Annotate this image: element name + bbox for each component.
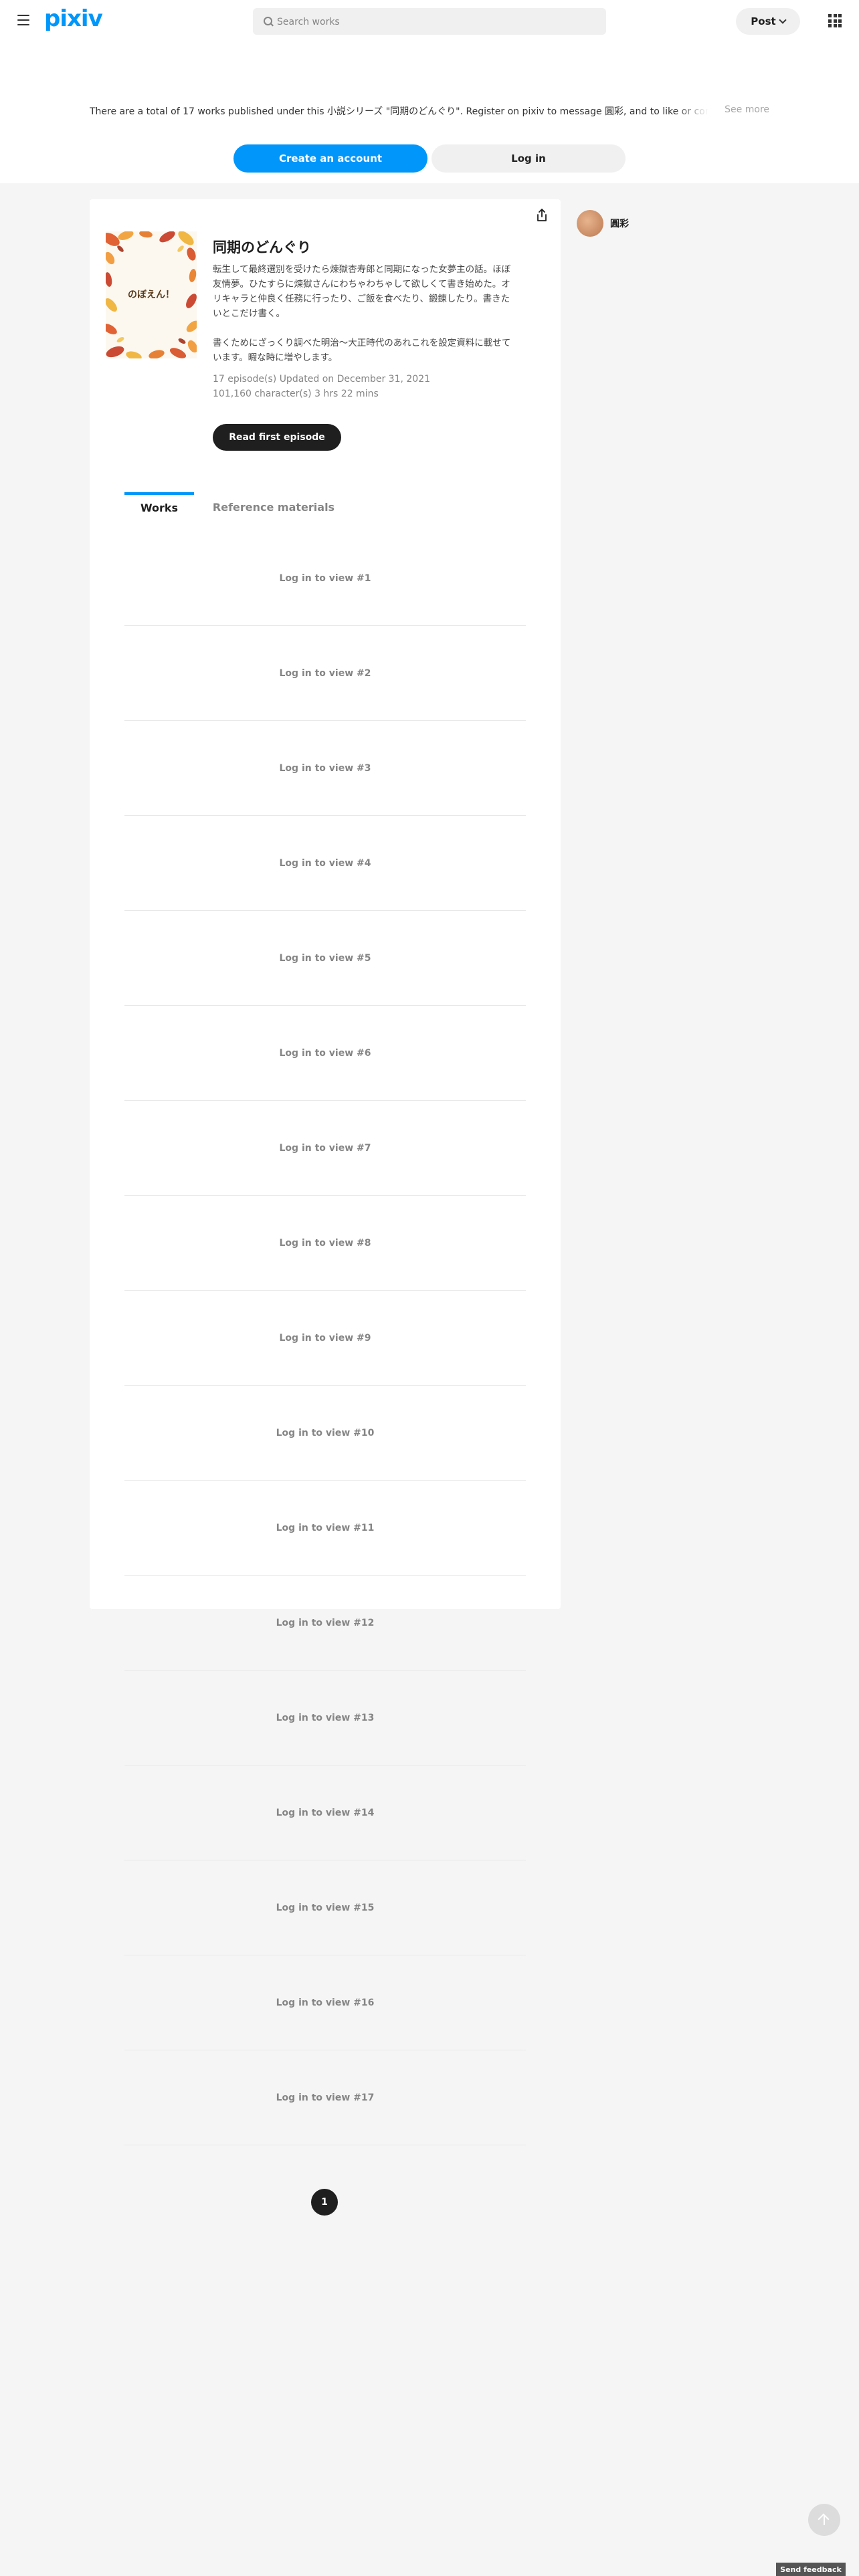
login-to-view-link[interactable]: Log in to view #5 bbox=[280, 953, 371, 964]
login-to-view-link[interactable]: Log in to view #1 bbox=[280, 573, 371, 584]
series-title: 同期のどんぐり bbox=[213, 239, 311, 255]
login-to-view-link[interactable]: Log in to view #13 bbox=[276, 1713, 375, 1723]
list-item: Log in to view #3 bbox=[124, 721, 526, 816]
login-to-view-link[interactable]: Log in to view #9 bbox=[280, 1333, 371, 1344]
login-to-view-link[interactable]: Log in to view #10 bbox=[276, 1428, 375, 1438]
post-button[interactable]: Post bbox=[736, 8, 800, 35]
list-item: Log in to view #13 bbox=[124, 1671, 526, 1765]
list-item: Log in to view #2 bbox=[124, 626, 526, 721]
login-to-view-link[interactable]: Log in to view #7 bbox=[280, 1143, 371, 1154]
list-item: Log in to view #9 bbox=[124, 1291, 526, 1386]
tab-reference-materials[interactable]: Reference materials bbox=[210, 494, 337, 520]
list-item: Log in to view #14 bbox=[124, 1765, 526, 1860]
list-item: Log in to view #11 bbox=[124, 1481, 526, 1576]
send-feedback-button[interactable]: Send feedback bbox=[776, 2563, 846, 2576]
search-icon bbox=[264, 17, 272, 25]
login-to-view-link[interactable]: Log in to view #17 bbox=[276, 2092, 375, 2103]
login-to-view-link[interactable]: Log in to view #12 bbox=[276, 1618, 375, 1628]
search-input[interactable] bbox=[276, 8, 599, 36]
chevron-down-icon bbox=[779, 16, 787, 24]
login-to-view-link[interactable]: Log in to view #2 bbox=[280, 668, 371, 679]
login-to-view-link[interactable]: Log in to view #3 bbox=[280, 763, 371, 774]
reading-time: 3 hrs 22 mins bbox=[314, 389, 379, 399]
cover-text: のぼえん！ bbox=[128, 290, 175, 300]
description-paragraph: 転生して最終選別を受けたら煉獄杏寿郎と同期になった女夢主の話。ほぼ友情夢。ひたす… bbox=[213, 264, 511, 319]
login-to-view-link[interactable]: Log in to view #14 bbox=[276, 1808, 375, 1818]
login-button[interactable]: Log in bbox=[432, 144, 626, 173]
apps-grid-icon[interactable] bbox=[828, 14, 842, 27]
tab-works[interactable]: Works bbox=[124, 492, 194, 520]
list-item: Log in to view #16 bbox=[124, 1955, 526, 2050]
post-button-label: Post bbox=[751, 15, 776, 27]
updated-date: Updated on December 31, 2021 bbox=[279, 374, 431, 385]
pixiv-logo[interactable]: pixiv bbox=[44, 5, 103, 32]
character-count: 101,160 character(s) bbox=[213, 389, 312, 399]
list-item: Log in to view #5 bbox=[124, 911, 526, 1006]
list-item: Log in to view #4 bbox=[124, 816, 526, 911]
series-description: 転生して最終選別を受けたら煉獄杏寿郎と同期になった女夢主の話。ほぼ友情夢。ひたす… bbox=[213, 262, 518, 365]
list-item: Log in to view #1 bbox=[124, 531, 526, 626]
share-icon[interactable] bbox=[537, 209, 547, 222]
search-box[interactable] bbox=[253, 8, 606, 36]
author-info[interactable]: 圓彩 bbox=[577, 210, 629, 237]
notice-text: There are a total of 17 works published … bbox=[90, 106, 769, 117]
description-paragraph: 書くためにざっくり調べた明治〜大正時代のあれこれを設定資料に載せています。暇な時… bbox=[213, 338, 511, 363]
login-to-view-link[interactable]: Log in to view #11 bbox=[276, 1523, 375, 1533]
read-first-episode-button[interactable]: Read first episode bbox=[213, 424, 341, 451]
works-list: Log in to view #1 Log in to view #2 Log in… bbox=[124, 531, 526, 2145]
list-item: Log in to view #15 bbox=[124, 1860, 526, 1955]
login-to-view-link[interactable]: Log in to view #6 bbox=[280, 1048, 371, 1059]
top-bar: pixiv Post bbox=[0, 0, 859, 41]
series-card: のぼえん！ 同期のどんぐり 転生して最終選別を受けたら煉獄杏寿郎と同期になった女… bbox=[90, 199, 561, 2145]
list-item: Log in to view #7 bbox=[124, 1101, 526, 1196]
series-cover-image[interactable]: のぼえん！ bbox=[106, 231, 197, 358]
login-to-view-link[interactable]: Log in to view #15 bbox=[276, 1903, 375, 1913]
pagination-current-page[interactable]: 1 bbox=[311, 2189, 338, 2216]
avatar[interactable] bbox=[577, 210, 603, 237]
episode-count: 17 episode(s) bbox=[213, 374, 277, 385]
scroll-to-top-button[interactable] bbox=[808, 2504, 840, 2536]
series-meta: 17 episode(s) Updated on December 31, 20… bbox=[213, 372, 430, 401]
login-to-view-link[interactable]: Log in to view #8 bbox=[280, 1238, 371, 1249]
list-item: Log in to view #6 bbox=[124, 1006, 526, 1101]
login-to-view-link[interactable]: Log in to view #16 bbox=[276, 1998, 375, 2008]
series-tabs: Works Reference materials bbox=[124, 492, 526, 520]
author-name[interactable]: 圓彩 bbox=[610, 217, 629, 230]
see-more-link[interactable]: See more bbox=[721, 104, 769, 115]
series-notice: There are a total of 17 works published … bbox=[90, 104, 769, 118]
menu-icon[interactable] bbox=[17, 15, 29, 25]
list-item: Log in to view #8 bbox=[124, 1196, 526, 1291]
login-to-view-link[interactable]: Log in to view #4 bbox=[280, 858, 371, 869]
list-item: Log in to view #12 bbox=[124, 1576, 526, 1671]
list-item: Log in to view #17 bbox=[124, 2050, 526, 2145]
list-item: Log in to view #10 bbox=[124, 1386, 526, 1481]
create-account-button[interactable]: Create an account bbox=[233, 144, 427, 173]
